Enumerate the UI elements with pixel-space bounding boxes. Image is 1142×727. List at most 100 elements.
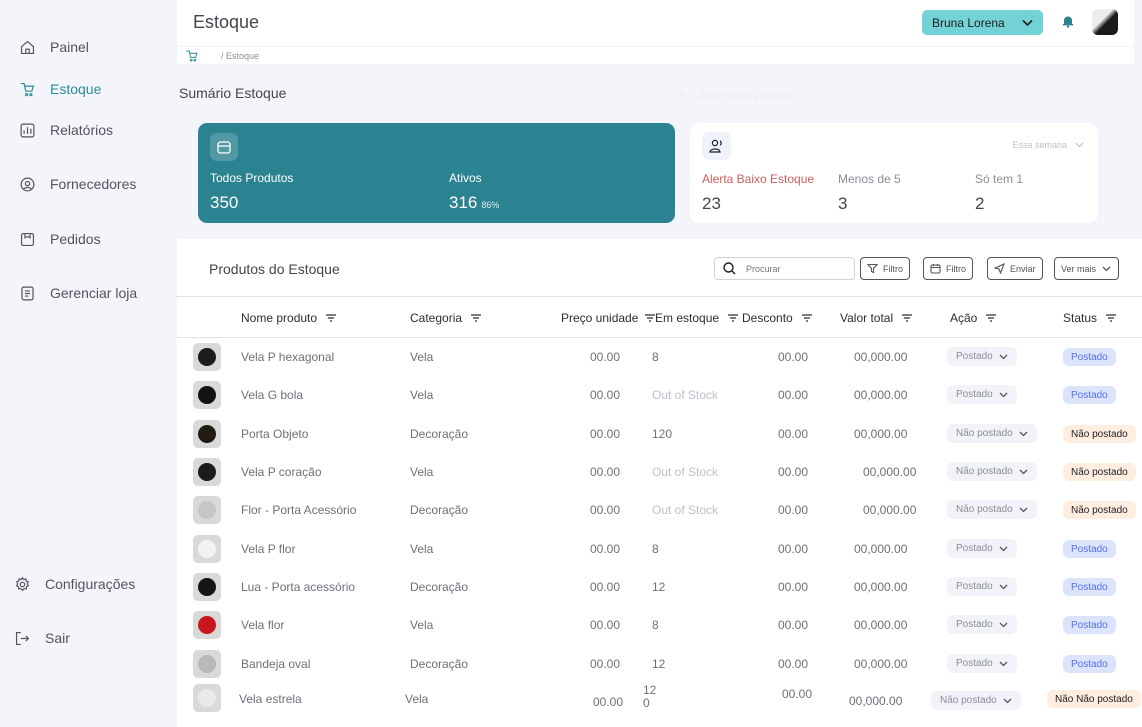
action-dropdown[interactable]: Postado <box>947 577 1017 596</box>
logout-button[interactable]: Sair <box>13 629 70 647</box>
sidebar-item-label: Estoque <box>50 81 102 97</box>
user-dropdown[interactable]: Bruna Lorena <box>922 10 1043 35</box>
sidebar-item-label: Pedidos <box>50 231 101 247</box>
add-product-label: Add Novo Produto <box>698 88 797 103</box>
cell-total: 00,000.00 <box>854 542 908 556</box>
breadcrumb-text: / Estoque <box>221 51 260 61</box>
chevron-down-icon <box>1102 266 1111 272</box>
sidebar-item-relatorios[interactable]: Relatórios <box>18 121 113 139</box>
th-price[interactable]: Preço unidade <box>561 311 656 325</box>
avatar[interactable] <box>1092 9 1118 35</box>
th-stock[interactable]: Em estoque <box>655 311 739 325</box>
action-dropdown[interactable]: Postado <box>947 654 1017 673</box>
cell-discount: 00.00 <box>778 427 809 441</box>
status-badge: Não postado <box>1063 463 1136 481</box>
chart-icon <box>18 121 36 139</box>
sidebar: Painel Estoque Relatórios Fornecedores P… <box>0 0 177 727</box>
cell-discount: 00.00 <box>778 503 809 517</box>
sidebar-item-configuracoes[interactable]: Configurações <box>13 575 135 593</box>
chevron-down-icon <box>999 584 1008 590</box>
cell-discount: 00.00 <box>778 657 809 671</box>
cell-stock-value: Out of Stock <box>652 465 719 479</box>
th-price-label: Preço unidade <box>561 311 639 325</box>
action-dropdown[interactable]: Postado <box>947 615 1017 634</box>
cell-total: 00,000.00 <box>854 427 908 441</box>
active-label: Ativos <box>449 171 482 185</box>
product-image <box>198 425 216 443</box>
chevron-down-icon <box>999 546 1008 552</box>
cell-discount: 00.00 <box>778 465 809 479</box>
sidebar-item-painel[interactable]: Painel <box>18 38 89 56</box>
status-badge: Postado <box>1063 540 1116 558</box>
low-stock-label: Alerta Baixo Estoque <box>702 172 815 186</box>
cell-name: Vela estrela <box>239 692 302 706</box>
th-category[interactable]: Categoria <box>410 311 482 325</box>
table-row[interactable]: Vela P coração Vela 00.00 Out of Stock 00.00… <box>177 453 1142 491</box>
active-pct: 86% <box>481 200 500 210</box>
more-label: Ver mais <box>1061 263 1097 274</box>
bag-icon <box>18 230 36 248</box>
cell-price: 00.00 <box>590 427 621 441</box>
cell-category: Vela <box>405 692 429 706</box>
search-box[interactable] <box>714 257 855 280</box>
th-discount[interactable]: Desconto <box>742 311 813 325</box>
action-dropdown[interactable]: Postado <box>947 385 1017 404</box>
cell-stock: 12 <box>652 657 665 671</box>
send-button[interactable]: Enviar <box>987 257 1043 280</box>
cell-total: 00,000.00 <box>854 657 908 671</box>
cell-category: Decoração <box>410 427 469 441</box>
action-dropdown[interactable]: Não postado <box>947 462 1037 481</box>
table-row[interactable]: Vela flor Vela 00.00 8 00.00 00,000.00 Postado… <box>177 606 1142 644</box>
table-row[interactable]: Porta Objeto Decoração 00.00 120 00.00 00,000… <box>177 415 1142 453</box>
search-input[interactable] <box>746 263 836 274</box>
cell-stock: 12 <box>652 580 665 594</box>
cell-stock: 8 <box>652 618 659 632</box>
table-row[interactable]: Vela estrela Vela 00.00 12 0 00.00 00,000.00 Nã… <box>177 680 1142 724</box>
sidebar-item-estoque[interactable]: Estoque <box>18 80 101 98</box>
more-dropdown[interactable]: Ver mais <box>1054 257 1120 280</box>
home-icon <box>18 38 36 56</box>
action-dropdown[interactable]: Não postado <box>947 500 1037 519</box>
product-thumbnail <box>193 611 221 639</box>
sidebar-item-gerenciar-loja[interactable]: Gerenciar loja <box>18 284 137 302</box>
logout-icon <box>13 629 31 647</box>
add-product-button[interactable]: + Add Novo Produto <box>676 85 797 106</box>
action-dropdown[interactable]: Não postado <box>931 691 1021 710</box>
filter-button[interactable]: Filtro <box>860 257 910 280</box>
cell-name: Vela P hexagonal <box>241 350 335 364</box>
cell-category: Vela <box>410 618 434 632</box>
cell-name: Vela P flor <box>241 542 296 556</box>
cell-discount: 00.00 <box>778 350 809 364</box>
page-title: Estoque <box>193 12 260 32</box>
th-name[interactable]: Nome produto <box>241 311 337 325</box>
date-filter-button[interactable]: Filtro <box>923 257 973 280</box>
product-thumbnail <box>193 343 221 371</box>
action-label: Postado <box>956 619 993 630</box>
action-dropdown[interactable]: Postado <box>947 539 1017 558</box>
period-select[interactable]: Essa semana <box>1012 140 1084 150</box>
cell-category: Decoração <box>410 580 469 594</box>
action-dropdown[interactable]: Não postado <box>947 424 1037 443</box>
plus-icon: + <box>676 85 687 105</box>
th-action[interactable]: Ação <box>950 311 997 325</box>
sidebar-item-pedidos[interactable]: Pedidos <box>18 230 101 248</box>
table-row[interactable]: Flor - Porta Acessório Decoração 00.00 Out … <box>177 491 1142 529</box>
action-dropdown[interactable]: Postado <box>947 347 1017 366</box>
cell-total: 00,000.00 <box>854 580 908 594</box>
table-row[interactable]: Bandeja oval Decoração 00.00 12 00.00 00,000.… <box>177 645 1142 683</box>
table-row[interactable]: Lua - Porta acessório Decoração 00.00 12 00.… <box>177 568 1142 606</box>
sort-icon <box>902 314 913 322</box>
cell-stock: Out of Stock <box>652 503 718 517</box>
table-row[interactable]: Vela G bola Vela 00.00 Out of Stock 00.00 00,… <box>177 376 1142 414</box>
chevron-down-icon <box>999 661 1008 667</box>
table-row[interactable]: Vela P hexagonal Vela 00.00 8 00.00 00,000.00… <box>177 338 1142 376</box>
sort-icon <box>326 314 337 322</box>
th-status[interactable]: Status <box>1063 311 1117 325</box>
sidebar-item-fornecedores[interactable]: Fornecedores <box>18 175 136 193</box>
th-total[interactable]: Valor total <box>840 311 913 325</box>
active-value-group: 316 86% <box>449 193 499 213</box>
bell-icon[interactable] <box>1061 14 1075 28</box>
tag-icon[interactable] <box>185 49 199 63</box>
table-row[interactable]: Vela P flor Vela 00.00 8 00.00 00,000.00 Posta… <box>177 530 1142 568</box>
cell-price: 00.00 <box>590 503 621 517</box>
